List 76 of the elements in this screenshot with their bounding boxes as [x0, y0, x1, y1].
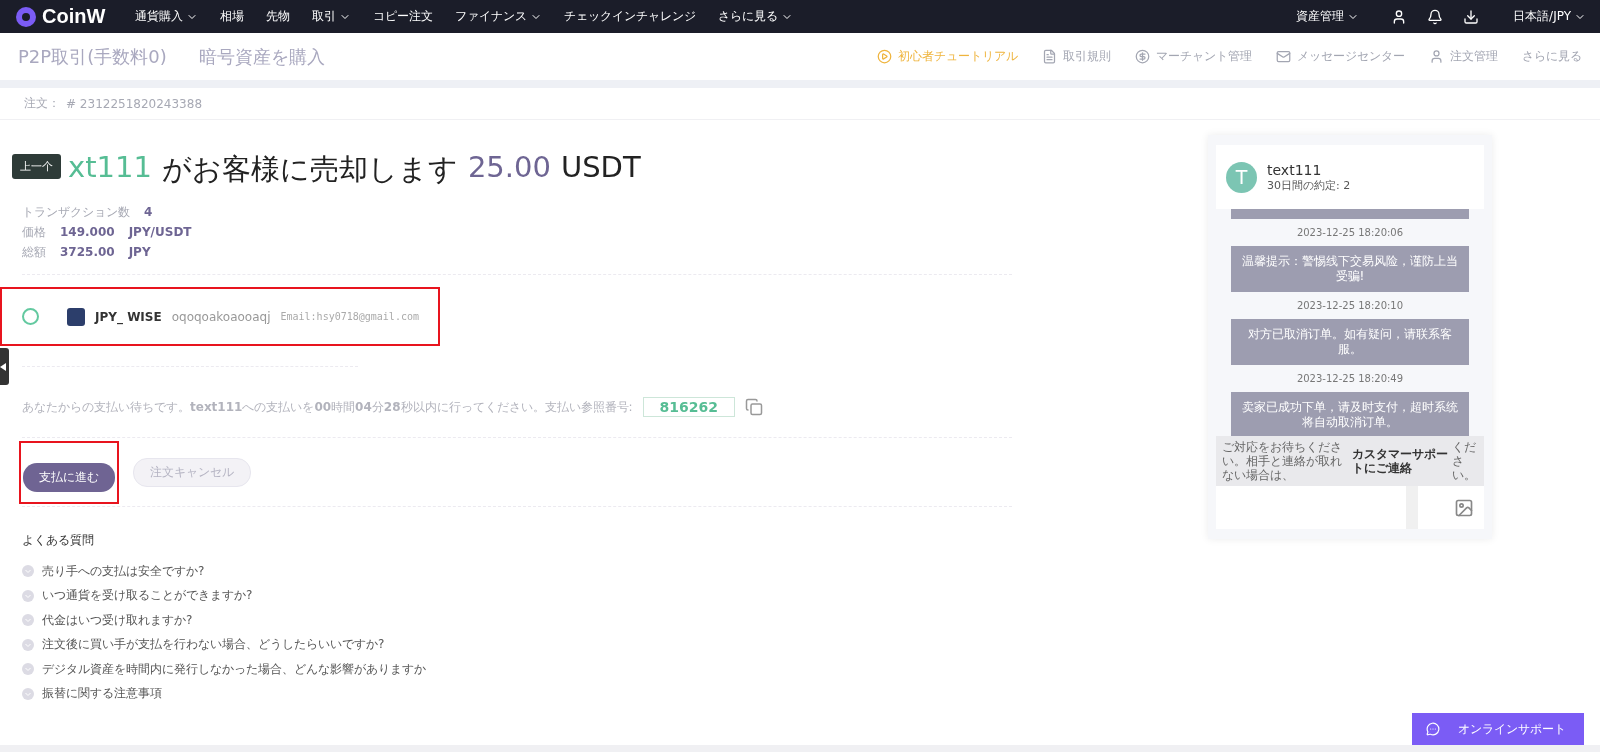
- logo-icon: [14, 4, 38, 29]
- amount: 25.00: [467, 150, 551, 186]
- payment-detail: Email:hsy0718@gmail.com: [280, 311, 419, 322]
- page-title: P2P取引(手数料0): [18, 44, 167, 69]
- download-icon[interactable]: [1463, 8, 1480, 25]
- image-icon[interactable]: [1454, 497, 1474, 518]
- notice-text: ご対応をお待ちください。相手と連絡が取れない場合は、: [1222, 440, 1343, 482]
- nav-item[interactable]: チェックインチャレンジ: [564, 8, 697, 25]
- faq-item[interactable]: デジタル資産を時間内に発行しなかった場合、どんな影響がありますか: [42, 660, 426, 678]
- faq-item[interactable]: いつ通貨を受け取ることができますか?: [42, 587, 253, 605]
- message-time: 2023-12-25 18:20:10: [1296, 300, 1404, 311]
- support-link[interactable]: カスタマーサポートにご連絡: [1351, 447, 1449, 475]
- stat-unit: JPY: [128, 244, 151, 260]
- radio-button[interactable]: [22, 308, 39, 325]
- avatar: T: [1226, 161, 1257, 193]
- faq-item[interactable]: 振替に関する注意事項: [42, 685, 162, 703]
- amount-unit: USDT: [560, 150, 641, 186]
- message-time: 2023-12-25 18:20:49: [1296, 373, 1404, 384]
- stat-value: 4: [144, 204, 153, 220]
- nav-item[interactable]: コピー注文: [373, 8, 434, 25]
- message-bubble: 对方已取消订单。如有疑问，请联系客服。: [1231, 319, 1469, 365]
- bell-icon[interactable]: [1427, 8, 1444, 25]
- chevron-icon: [22, 614, 34, 627]
- faq-title: よくある質問: [22, 532, 95, 549]
- pay-button[interactable]: 支払に進む: [23, 462, 115, 492]
- chat-name: text111: [1267, 161, 1323, 178]
- reference-number: 816262: [642, 397, 735, 417]
- headline-text: がお客様に売却します: [161, 151, 458, 188]
- chevron-icon: [22, 638, 34, 651]
- stat-value: 149.000: [60, 224, 115, 240]
- notice-text: ください。: [1452, 440, 1478, 482]
- rules-icon: [1042, 49, 1057, 64]
- nav-item[interactable]: ファイナンス: [455, 8, 543, 25]
- stat-unit: JPY/USDT: [128, 224, 192, 240]
- order-number: # 2312251820243388: [66, 96, 203, 111]
- payment-notice: あなたからの支払い待ちです。text111への支払いを00時間04分28秒以内に行ってください。支払い参照番号:: [22, 398, 633, 416]
- order-label: 注文：: [24, 95, 60, 112]
- nav-item[interactable]: 通貨購入: [135, 8, 199, 25]
- nav-item[interactable]: さらに見る: [718, 8, 794, 25]
- payment-account: oqoqoakoaooaqj: [171, 309, 271, 324]
- bank-logo-icon: [67, 307, 85, 326]
- chat-icon: [1426, 722, 1440, 736]
- chevron-icon: [22, 589, 34, 602]
- language-menu[interactable]: 日本語/JPY: [1513, 8, 1586, 25]
- message-input[interactable]: [1216, 486, 1484, 529]
- stat-label: 総額: [22, 244, 46, 260]
- faq-item[interactable]: 代金はいつ受け取れますか?: [42, 611, 193, 629]
- stat-value: 3725.00: [60, 244, 115, 260]
- stat-label: トランザクション数: [22, 204, 130, 220]
- tutorial-icon: [877, 49, 892, 64]
- asset-menu[interactable]: 資産管理: [1296, 8, 1360, 25]
- message-time: 2023-12-25 18:20:06: [1296, 227, 1404, 238]
- chevron-icon: [22, 565, 34, 578]
- chat-subtitle: 30日間の約定: 2: [1267, 177, 1351, 193]
- triangle-icon: [0, 362, 6, 371]
- seller-name: xt111: [68, 150, 152, 186]
- tooltip: 上一个: [12, 154, 61, 179]
- message-icon: [1276, 49, 1291, 64]
- faq-item[interactable]: 注文後に買い手が支払を行わない場合、どうしたらいいですか?: [42, 636, 385, 654]
- merchant-icon: [1135, 49, 1150, 64]
- logo[interactable]: CoinW: [14, 4, 106, 29]
- message-bubble: 温馨提示：警惕线下交易风险，谨防上当受骗!: [1231, 246, 1469, 292]
- chevron-icon: [22, 663, 34, 676]
- payment-name: JPY_ WISE: [95, 309, 162, 324]
- collapse-handle[interactable]: [0, 348, 9, 385]
- copy-icon[interactable]: [745, 398, 763, 416]
- orders-icon: [1429, 49, 1444, 64]
- nav-item[interactable]: 相場: [220, 8, 245, 25]
- page-subtitle: 暗号資産を購入: [198, 44, 325, 69]
- stat-label: 価格: [22, 224, 46, 240]
- nav-item[interactable]: 取引: [312, 8, 352, 25]
- nav-item[interactable]: 先物: [266, 8, 291, 25]
- message-bubble: 卖家已成功下单，请及时支付，超时系统将自动取消订单。: [1231, 392, 1469, 436]
- support-button[interactable]: オンラインサポート: [1412, 713, 1584, 745]
- faq-item[interactable]: 売り手への支払は安全ですか?: [42, 562, 205, 580]
- chevron-icon: [22, 687, 34, 700]
